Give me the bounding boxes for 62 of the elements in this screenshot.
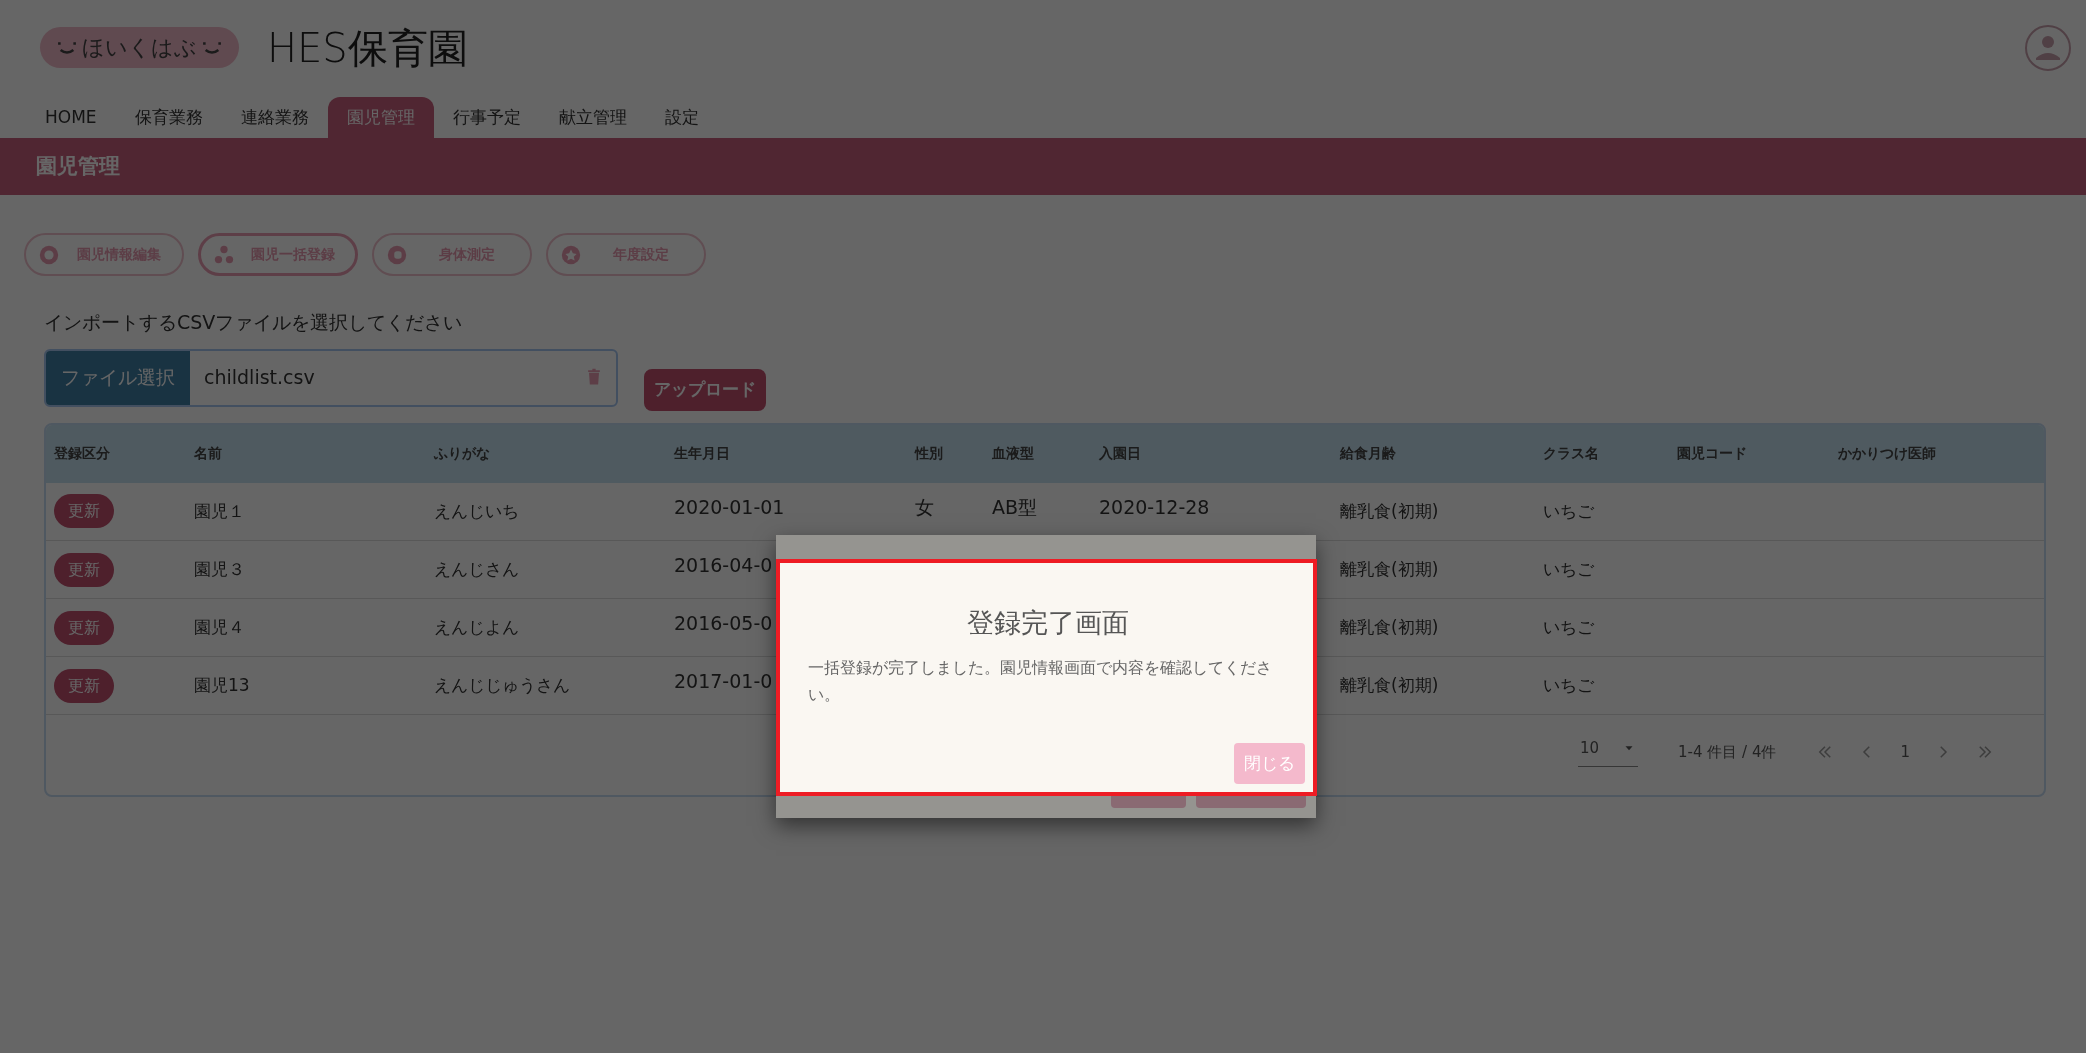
column-header: クラス名 xyxy=(1535,424,1669,483)
table-cell: 2016-05-0 xyxy=(674,612,773,634)
update-button[interactable]: 更新 xyxy=(54,494,114,529)
table-cell: 2020-12-28 xyxy=(1099,495,1210,518)
upload-button[interactable]: アップロード xyxy=(644,368,766,411)
dialog-message: 一括登録が完了しました。園児情報画面で内容を確認してください。 xyxy=(808,656,1273,706)
instruction-text: インポートするCSVファイルを選択してください xyxy=(44,310,464,335)
logo-text: ほいくはぶ xyxy=(82,34,197,62)
column-header: かかりつけ医師 xyxy=(1830,424,2044,483)
column-header: 名前 xyxy=(186,424,426,483)
table-cell: 離乳食(初期) xyxy=(1340,558,1439,579)
column-header: 給食月齢 xyxy=(1332,424,1535,483)
user-avatar-icon xyxy=(2024,23,2072,72)
nav-tab[interactable]: 保育業務 xyxy=(115,96,222,138)
table-cell: いちご xyxy=(1543,500,1594,521)
nav-tab[interactable]: 献立管理 xyxy=(539,96,646,138)
table-cell: いちご xyxy=(1543,674,1594,695)
table-cell: 園児４ xyxy=(194,616,245,637)
table-cell: AB型 xyxy=(992,495,1038,518)
table-cell: いちご xyxy=(1543,616,1594,637)
table-cell: えんじさん xyxy=(434,558,519,579)
file-input[interactable]: ファイル選択 childlist.csv xyxy=(44,348,618,407)
column-header: 生年月日 xyxy=(666,424,907,483)
smiley-icon xyxy=(58,40,76,55)
table-cell: 離乳食(初期) xyxy=(1340,500,1439,521)
file-name: childlist.csv xyxy=(203,365,316,391)
column-header: 血液型 xyxy=(984,424,1091,483)
nav-tab[interactable]: 設定 xyxy=(645,96,718,138)
table-cell: 女 xyxy=(915,495,934,518)
nav-tab[interactable]: 連絡業務 xyxy=(221,96,328,138)
table-cell: えんじいち xyxy=(434,500,519,521)
people-icon xyxy=(213,243,235,266)
table-cell: えんじよん xyxy=(434,616,519,637)
page-number[interactable]: 1 xyxy=(1900,740,1910,763)
table-cell: えんじじゅうさん xyxy=(434,674,570,695)
table-cell: 離乳食(初期) xyxy=(1340,674,1439,695)
page-range-text: 1-4 件目 / 4件 xyxy=(1678,741,1777,763)
column-header: ふりがな xyxy=(426,424,666,483)
table-cell: 離乳食(初期) xyxy=(1340,616,1439,637)
nav-tab[interactable]: 行事予定 xyxy=(433,96,540,138)
page-size-select[interactable]: 10 xyxy=(1578,737,1639,767)
file-select-label: ファイル選択 xyxy=(46,350,190,405)
table-cell: 園児３ xyxy=(194,558,245,579)
table-cell: 2016-04-0 xyxy=(674,554,773,576)
table-cell: いちご xyxy=(1543,558,1594,579)
table-cell: 園児１ xyxy=(194,500,245,521)
update-button[interactable]: 更新 xyxy=(54,552,114,587)
dialog-title: 登録完了画面 xyxy=(965,606,1130,640)
close-button[interactable]: 閉じる xyxy=(1234,742,1305,784)
table-cell: 2017-01-0 xyxy=(674,670,773,692)
update-button[interactable]: 更新 xyxy=(54,668,114,703)
update-button[interactable]: 更新 xyxy=(54,610,114,645)
smiley-icon xyxy=(203,40,221,55)
page-title: 園児管理 xyxy=(36,152,120,180)
column-header: 性別 xyxy=(907,424,984,483)
table-cell: 園児13 xyxy=(194,674,250,695)
nav-tab[interactable]: HOME xyxy=(26,96,116,138)
column-header: 登録区分 xyxy=(46,424,186,483)
table-cell: 2020-01-01 xyxy=(674,495,785,518)
site-title: HES保育園 xyxy=(267,23,468,73)
column-header: 入園日 xyxy=(1091,424,1332,483)
column-header: 園児コード xyxy=(1669,424,1830,483)
